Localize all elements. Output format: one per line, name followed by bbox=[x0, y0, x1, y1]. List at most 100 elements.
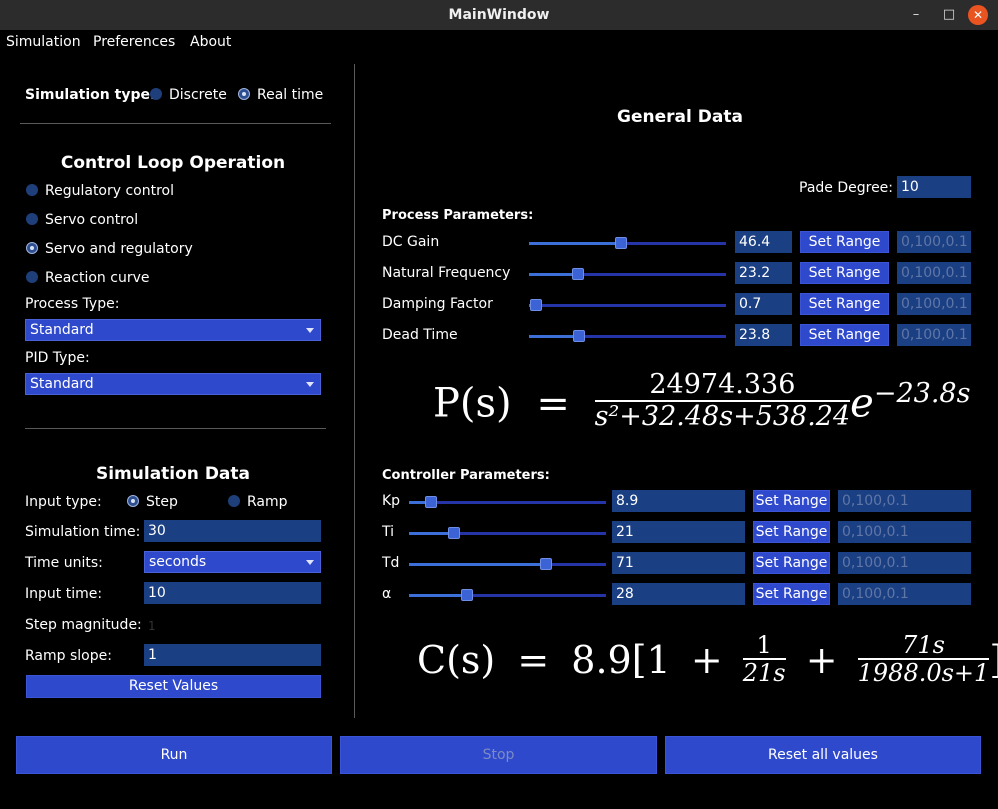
reset-values-button[interactable]: Reset Values bbox=[26, 675, 321, 698]
radio-step[interactable] bbox=[127, 495, 139, 507]
controller-param-0-label: Kp bbox=[382, 493, 401, 509]
radio-real-time[interactable] bbox=[238, 88, 250, 100]
pid-type-select[interactable]: Standard bbox=[25, 373, 321, 395]
slider-handle[interactable] bbox=[572, 268, 584, 280]
slider-handle[interactable] bbox=[461, 589, 473, 601]
radio-real-time-label[interactable]: Real time bbox=[257, 87, 323, 103]
derivative-numerator: 71s bbox=[857, 632, 990, 661]
process-param-3-slider[interactable] bbox=[529, 330, 726, 342]
process-param-3-value-input[interactable]: 23.8 bbox=[735, 324, 792, 346]
slider-handle[interactable] bbox=[530, 299, 542, 311]
eq-sign: = bbox=[517, 637, 550, 682]
controller-param-0-slider[interactable] bbox=[409, 496, 606, 508]
reset-all-button[interactable]: Reset all values bbox=[665, 736, 981, 774]
process-param-0-range-input[interactable]: 0,100,0.1 bbox=[897, 231, 971, 253]
step-magnitude-input[interactable]: 1 bbox=[148, 619, 156, 633]
controller-param-0-range-input[interactable]: 0,100,0.1 bbox=[838, 490, 971, 512]
process-param-3-range-input[interactable]: 0,100,0.1 bbox=[897, 324, 971, 346]
radio-regulatory-label[interactable]: Regulatory control bbox=[45, 183, 174, 199]
process-param-1-set-range-button[interactable]: Set Range bbox=[800, 262, 889, 284]
radio-reaction-curve[interactable] bbox=[26, 271, 38, 283]
controller-param-1-slider[interactable] bbox=[409, 527, 606, 539]
process-type-value: Standard bbox=[30, 322, 94, 338]
input-time-input[interactable]: 10 bbox=[144, 582, 321, 604]
process-denominator: s²+32.48s+538.24 bbox=[594, 400, 851, 432]
exp-power: −23.8s bbox=[873, 377, 971, 409]
pid-type-value: Standard bbox=[30, 376, 94, 392]
controller-param-3-range-input[interactable]: 0,100,0.1 bbox=[838, 583, 971, 605]
stop-button[interactable]: Stop bbox=[340, 736, 657, 774]
controller-param-1-range-input[interactable]: 0,100,0.1 bbox=[838, 521, 971, 543]
controller-param-3-set-range-button[interactable]: Set Range bbox=[753, 583, 830, 605]
controller-param-1-value-input[interactable]: 21 bbox=[612, 521, 745, 543]
menu-bar: Simulation Preferences About bbox=[0, 30, 998, 56]
radio-servo-label[interactable]: Servo control bbox=[45, 212, 138, 228]
sim-time-input[interactable]: 30 bbox=[144, 520, 321, 542]
radio-servo-regulatory-label[interactable]: Servo and regulatory bbox=[45, 241, 193, 257]
controller-param-2-slider[interactable] bbox=[409, 558, 606, 570]
process-param-2-value-input[interactable]: 0.7 bbox=[735, 293, 792, 315]
process-param-2-set-range-button[interactable]: Set Range bbox=[800, 293, 889, 315]
maximize-icon[interactable]: □ bbox=[939, 5, 959, 25]
controller-param-0-set-range-button[interactable]: Set Range bbox=[753, 490, 830, 512]
process-param-2-slider[interactable] bbox=[529, 299, 726, 311]
derivative-fraction: 71s 1988.0s+1 bbox=[857, 632, 990, 687]
process-param-1-slider[interactable] bbox=[529, 268, 726, 280]
controller-param-0-value-input[interactable]: 8.9 bbox=[612, 490, 745, 512]
panel-divider bbox=[354, 64, 355, 718]
radio-servo-regulatory[interactable] bbox=[26, 242, 38, 254]
process-param-2-range-input[interactable]: 0,100,0.1 bbox=[897, 293, 971, 315]
process-param-0-value-input[interactable]: 46.4 bbox=[735, 231, 792, 253]
process-equation: P(s) = 24974.336 s²+32.48s+538.24 e−23.8… bbox=[433, 370, 971, 436]
process-type-select[interactable]: Standard bbox=[25, 319, 321, 341]
radio-discrete-label[interactable]: Discrete bbox=[169, 87, 227, 103]
controller-param-2-value-input[interactable]: 71 bbox=[612, 552, 745, 574]
pid-type-label: PID Type: bbox=[25, 350, 90, 366]
slider-track bbox=[536, 304, 726, 307]
menu-simulation[interactable]: Simulation bbox=[6, 34, 81, 50]
run-button[interactable]: Run bbox=[16, 736, 332, 774]
close-icon[interactable]: ✕ bbox=[968, 5, 988, 25]
radio-regulatory[interactable] bbox=[26, 184, 38, 196]
window-title: MainWindow bbox=[448, 7, 550, 23]
time-units-select[interactable]: seconds bbox=[144, 551, 321, 573]
slider-filled-track bbox=[409, 563, 546, 566]
slider-track bbox=[579, 335, 726, 338]
controller-param-2-set-range-button[interactable]: Set Range bbox=[753, 552, 830, 574]
slider-handle[interactable] bbox=[540, 558, 552, 570]
radio-reaction-curve-label[interactable]: Reaction curve bbox=[45, 270, 149, 286]
process-numerator: 24974.336 bbox=[594, 370, 851, 402]
step-magnitude-label: Step magnitude: bbox=[25, 617, 142, 633]
radio-servo[interactable] bbox=[26, 213, 38, 225]
eq-plus: + bbox=[805, 637, 838, 682]
process-param-3-set-range-button[interactable]: Set Range bbox=[800, 324, 889, 346]
radio-discrete[interactable] bbox=[150, 88, 162, 100]
controller-param-1-set-range-button[interactable]: Set Range bbox=[753, 521, 830, 543]
chevron-down-icon bbox=[306, 328, 314, 333]
menu-preferences[interactable]: Preferences bbox=[93, 34, 175, 50]
controller-param-2-range-input[interactable]: 0,100,0.1 bbox=[838, 552, 971, 574]
divider bbox=[25, 428, 326, 429]
slider-track bbox=[578, 273, 726, 276]
controller-param-3-value-input[interactable]: 28 bbox=[612, 583, 745, 605]
minimize-icon[interactable]: – bbox=[906, 5, 926, 25]
radio-step-label[interactable]: Step bbox=[146, 494, 178, 510]
slider-handle[interactable] bbox=[425, 496, 437, 508]
process-type-label: Process Type: bbox=[25, 296, 120, 312]
controller-param-3-slider[interactable] bbox=[409, 589, 606, 601]
process-param-0-set-range-button[interactable]: Set Range bbox=[800, 231, 889, 253]
menu-about[interactable]: About bbox=[190, 34, 231, 50]
process-param-1-value-input[interactable]: 23.2 bbox=[735, 262, 792, 284]
ramp-slope-input[interactable]: 1 bbox=[144, 644, 321, 666]
sim-data-heading: Simulation Data bbox=[95, 464, 251, 484]
slider-handle[interactable] bbox=[448, 527, 460, 539]
time-units-label: Time units: bbox=[25, 555, 103, 571]
radio-ramp-label[interactable]: Ramp bbox=[247, 494, 288, 510]
radio-ramp[interactable] bbox=[228, 495, 240, 507]
process-param-1-range-input[interactable]: 0,100,0.1 bbox=[897, 262, 971, 284]
pade-degree-input[interactable]: 10 bbox=[897, 176, 971, 198]
input-time-label: Input time: bbox=[25, 586, 103, 602]
slider-handle[interactable] bbox=[573, 330, 585, 342]
slider-handle[interactable] bbox=[615, 237, 627, 249]
process-param-0-slider[interactable] bbox=[529, 237, 726, 249]
